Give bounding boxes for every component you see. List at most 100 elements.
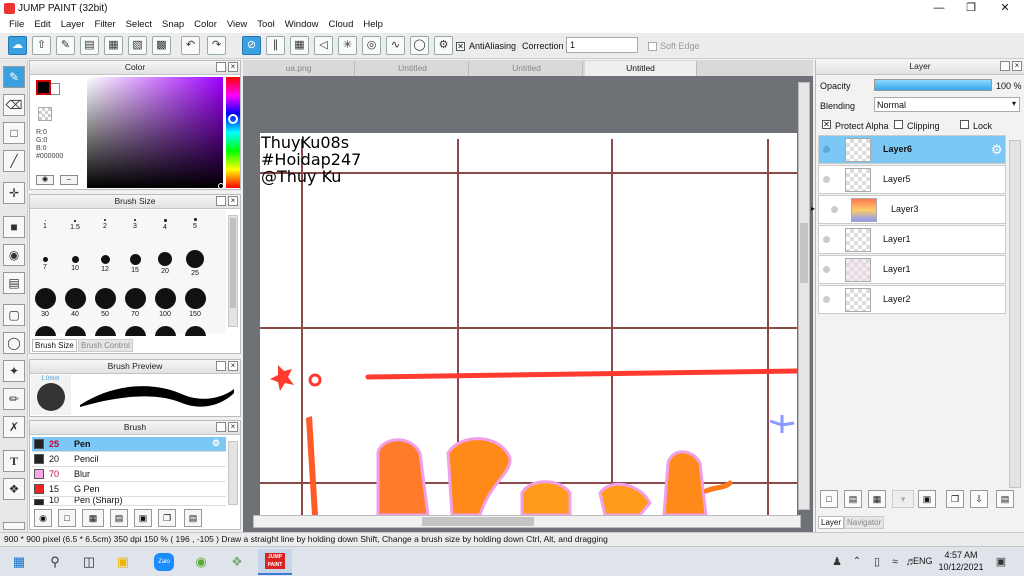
magic-wand-tool-icon[interactable]: ✦: [3, 360, 25, 382]
menu-color[interactable]: Color: [189, 17, 222, 33]
lock-checkbox[interactable]: [960, 120, 969, 129]
select-pen-tool-icon[interactable]: ✏: [3, 388, 25, 410]
new-raster-layer-icon[interactable]: ▦: [868, 490, 886, 508]
brush-add-icon[interactable]: ◉: [34, 509, 52, 527]
panel-float-icon[interactable]: [216, 196, 226, 206]
softedge-checkbox[interactable]: [648, 42, 657, 51]
fill-rect-tool-icon[interactable]: ■: [3, 216, 25, 238]
minimize-icon[interactable]: —: [926, 1, 952, 16]
layer-visibility-icon[interactable]: [831, 206, 838, 213]
brush-size-item[interactable]: 150: [180, 288, 210, 318]
jump-paint-taskbar-button[interactable]: JUMP PAINT: [258, 549, 292, 575]
duplicate-layer-icon[interactable]: ❐: [946, 490, 964, 508]
panel-float-icon[interactable]: [1000, 61, 1010, 71]
rect-select-tool-icon[interactable]: □: [3, 122, 25, 144]
layer-visibility-icon[interactable]: [823, 296, 830, 303]
curve-snap-icon[interactable]: ∿: [386, 36, 405, 55]
brush-menu-icon[interactable]: ▦: [82, 509, 104, 527]
foreground-color-swatch[interactable]: [36, 80, 51, 95]
vanish-snap-icon[interactable]: ◁: [314, 36, 333, 55]
lasso-tool-icon[interactable]: ◯: [3, 332, 25, 354]
canvas-horizontal-scrollbar[interactable]: [253, 515, 801, 528]
eraser-tool-icon[interactable]: ⌫: [3, 94, 25, 116]
layer-list-scrollbar[interactable]: [1009, 140, 1021, 488]
cloud-icon[interactable]: ☁: [8, 36, 27, 55]
brush-size-item[interactable]: 70: [120, 288, 150, 318]
menu-file[interactable]: File: [4, 17, 29, 33]
radial-snap-icon[interactable]: ✳: [338, 36, 357, 55]
brush-size-item[interactable]: 30: [30, 288, 60, 318]
brush-item-pen[interactable]: 25 Pen ⚙: [32, 437, 226, 452]
panel-float-icon[interactable]: [216, 361, 226, 371]
menu-select[interactable]: Select: [121, 17, 157, 33]
layer-row[interactable]: Layer6 ⚙: [818, 135, 1006, 164]
layer-row[interactable]: Layer1: [818, 225, 1006, 254]
brush-list-scrollbar[interactable]: [228, 441, 238, 505]
redo-icon[interactable]: ↷: [207, 36, 226, 55]
tab-brush-control[interactable]: Brush Control: [78, 339, 133, 352]
layer-visibility-icon[interactable]: [823, 266, 830, 273]
tool-expand-button[interactable]: [3, 522, 25, 530]
panel-float-icon[interactable]: [216, 62, 226, 72]
panel-close-icon[interactable]: ×: [228, 422, 238, 432]
browser-icon[interactable]: ◉: [190, 552, 212, 572]
parallel-snap-icon[interactable]: ∥: [266, 36, 285, 55]
eyedropper-tool-icon[interactable]: ❖: [3, 478, 25, 500]
people-icon[interactable]: ♟: [826, 552, 848, 572]
brush-new-icon[interactable]: □: [58, 509, 76, 527]
brush-delete-icon[interactable]: ▤: [184, 509, 202, 527]
clipping-checkbox[interactable]: [894, 120, 903, 129]
brush-size-item[interactable]: 3: [120, 219, 150, 230]
windows-start-icon[interactable]: ▦: [8, 552, 30, 572]
document-icon[interactable]: ▦: [104, 36, 123, 55]
saturation-value-picker[interactable]: [87, 77, 224, 189]
select-eraser-tool-icon[interactable]: ✗: [3, 416, 25, 438]
panel-float-icon[interactable]: [216, 422, 226, 432]
bucket-tool-icon[interactable]: ◉: [3, 244, 25, 266]
brush-settings-icon[interactable]: ⚙: [212, 438, 220, 449]
layer-menu-icon[interactable]: ▾: [892, 490, 914, 508]
brush-size-item[interactable]: 25: [180, 250, 210, 277]
menu-tool[interactable]: Tool: [252, 17, 279, 33]
brush-size-item[interactable]: 12: [90, 255, 120, 273]
folder-expand-icon[interactable]: ▸: [811, 204, 815, 213]
brush-size-item[interactable]: 1.5: [60, 220, 90, 231]
sv-cursor[interactable]: [218, 183, 224, 189]
panel-close-icon[interactable]: ×: [228, 196, 238, 206]
brush-folder-icon[interactable]: ▣: [134, 509, 152, 527]
layer-visibility-icon[interactable]: [823, 236, 830, 243]
notifications-icon[interactable]: ▣: [990, 552, 1012, 572]
maximize-icon[interactable]: ❐: [958, 1, 984, 16]
brush-size-item[interactable]: 5: [180, 218, 210, 230]
new-tone-layer-icon[interactable]: ▤: [844, 490, 862, 508]
pen-tool-icon[interactable]: ✎: [3, 66, 25, 88]
layer-row[interactable]: Layer2: [818, 285, 1006, 314]
correction-select[interactable]: 1: [566, 37, 638, 53]
panel-close-icon[interactable]: ×: [228, 361, 238, 371]
clock-time[interactable]: 4:57 AM: [944, 550, 978, 560]
brush-size-item[interactable]: 100: [150, 288, 180, 318]
transparent-color-swatch[interactable]: [38, 107, 52, 121]
hue-cursor[interactable]: [228, 114, 238, 124]
layer-row[interactable]: ▸ Layer3: [811, 195, 1006, 224]
brush-size-item[interactable]: 40: [60, 288, 90, 318]
canvas-vertical-scrollbar[interactable]: [798, 82, 810, 510]
layer-settings-icon[interactable]: ⚙: [991, 142, 1003, 158]
brush-size-scrollbar[interactable]: [228, 215, 238, 327]
undo-icon[interactable]: ↶: [181, 36, 200, 55]
brush-size-item[interactable]: 10: [60, 256, 90, 272]
delete-layer-icon[interactable]: ▤: [996, 490, 1014, 508]
protect-alpha-checkbox[interactable]: ✕: [822, 120, 831, 129]
tab-untitled-1[interactable]: Untitled: [357, 61, 469, 76]
layer-row[interactable]: Layer5: [818, 165, 1006, 194]
tab-untitled-2[interactable]: Untitled: [471, 61, 583, 76]
color-option-button[interactable]: –: [60, 175, 78, 185]
move-tool-icon[interactable]: ✛: [3, 182, 25, 204]
hue-slider[interactable]: [226, 77, 240, 188]
share-icon[interactable]: ⇧: [32, 36, 51, 55]
shape-snap-icon[interactable]: ◯: [410, 36, 429, 55]
brush-copy-icon[interactable]: ❐: [158, 509, 176, 527]
antialias-checkbox[interactable]: ✕: [456, 42, 465, 51]
color-mode-button[interactable]: ◉: [36, 175, 54, 185]
brush-size-item[interactable]: 20: [150, 252, 180, 275]
